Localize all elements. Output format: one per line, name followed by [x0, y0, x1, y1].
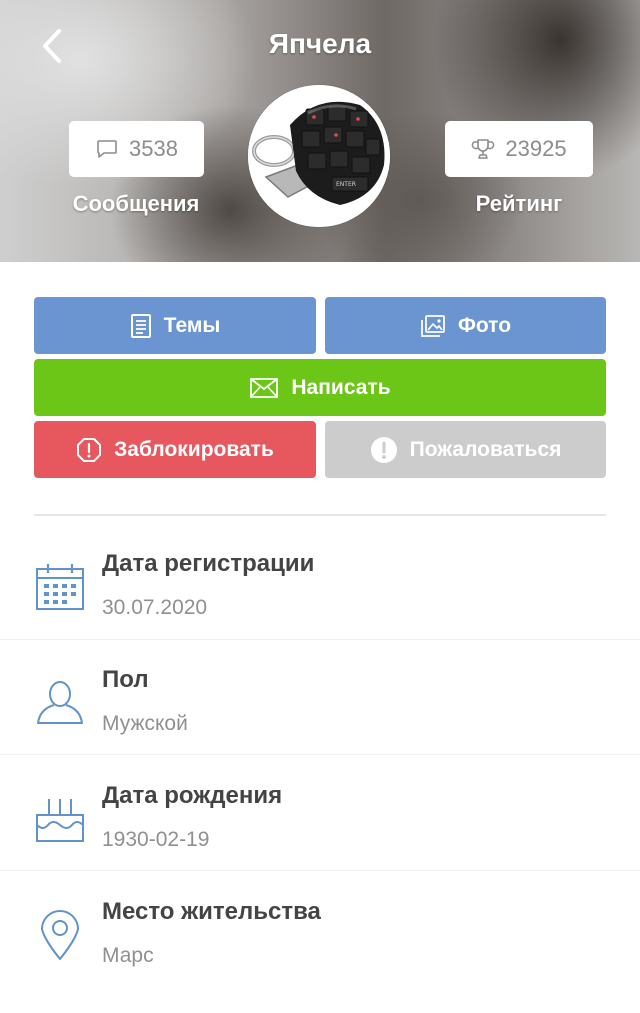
write-button-label: Написать: [291, 375, 391, 399]
report-user-button[interactable]: Пожаловаться: [325, 421, 606, 478]
info-separator: [0, 754, 640, 755]
info-separator: [0, 639, 640, 640]
report-button-label: Пожаловаться: [409, 437, 562, 461]
chat-bubble-icon: [97, 140, 117, 158]
messages-count-box[interactable]: 3538: [69, 121, 204, 177]
image-icon: [421, 314, 445, 337]
location-pin-icon: [41, 910, 79, 960]
document-icon: [130, 313, 151, 338]
info-item-residence: Место жительства Марс: [0, 891, 640, 1006]
exclamation-circle-icon: [370, 436, 397, 463]
keyboard-grenade-avatar: ENTER: [248, 85, 390, 227]
calendar-icon: [36, 564, 84, 610]
svg-text:ENTER: ENTER: [336, 181, 356, 188]
write-message-button[interactable]: Написать: [34, 359, 606, 416]
info-item-gender: Пол Мужской: [0, 659, 640, 774]
info-value: Мужской: [102, 712, 188, 735]
octagon-alert-icon: [77, 437, 102, 462]
rating-label: Рейтинг: [475, 191, 563, 216]
topics-button[interactable]: Темы: [34, 297, 316, 354]
messages-label: Сообщения: [72, 191, 200, 216]
info-label: Дата рождения: [102, 782, 283, 809]
info-separator: [0, 870, 640, 871]
photo-button-label: Фото: [457, 313, 512, 337]
messages-count: 3538: [129, 136, 178, 161]
divider: [34, 514, 606, 516]
topics-button-label: Темы: [163, 313, 221, 337]
info-value: 30.07.2020: [102, 596, 208, 619]
info-label: Дата регистрации: [102, 550, 315, 577]
avatar[interactable]: ENTER: [248, 85, 390, 227]
info-value: 1930-02-19: [102, 828, 210, 851]
info-label: Пол: [102, 666, 149, 693]
envelope-icon: [250, 377, 279, 398]
trophy-icon: [472, 139, 495, 159]
rating-count-box[interactable]: 23925: [445, 121, 593, 177]
user-icon: [37, 681, 83, 724]
block-button-label: Заблокировать: [114, 437, 274, 461]
info-item-registration-date: Дата регистрации 30.07.2020: [0, 543, 640, 658]
birthday-cake-icon: [36, 799, 84, 842]
photo-button[interactable]: Фото: [325, 297, 606, 354]
info-item-birth-date: Дата рождения 1930-02-19: [0, 775, 640, 890]
info-label: Место жительства: [102, 898, 321, 925]
info-value: Марс: [102, 944, 154, 967]
page-title: Япчела: [268, 28, 372, 59]
block-user-button[interactable]: Заблокировать: [34, 421, 316, 478]
rating-count: 23925: [505, 136, 567, 161]
profile-header: Япчела 3538 Сообщения ENTER 23925 Рейтин…: [0, 0, 640, 262]
